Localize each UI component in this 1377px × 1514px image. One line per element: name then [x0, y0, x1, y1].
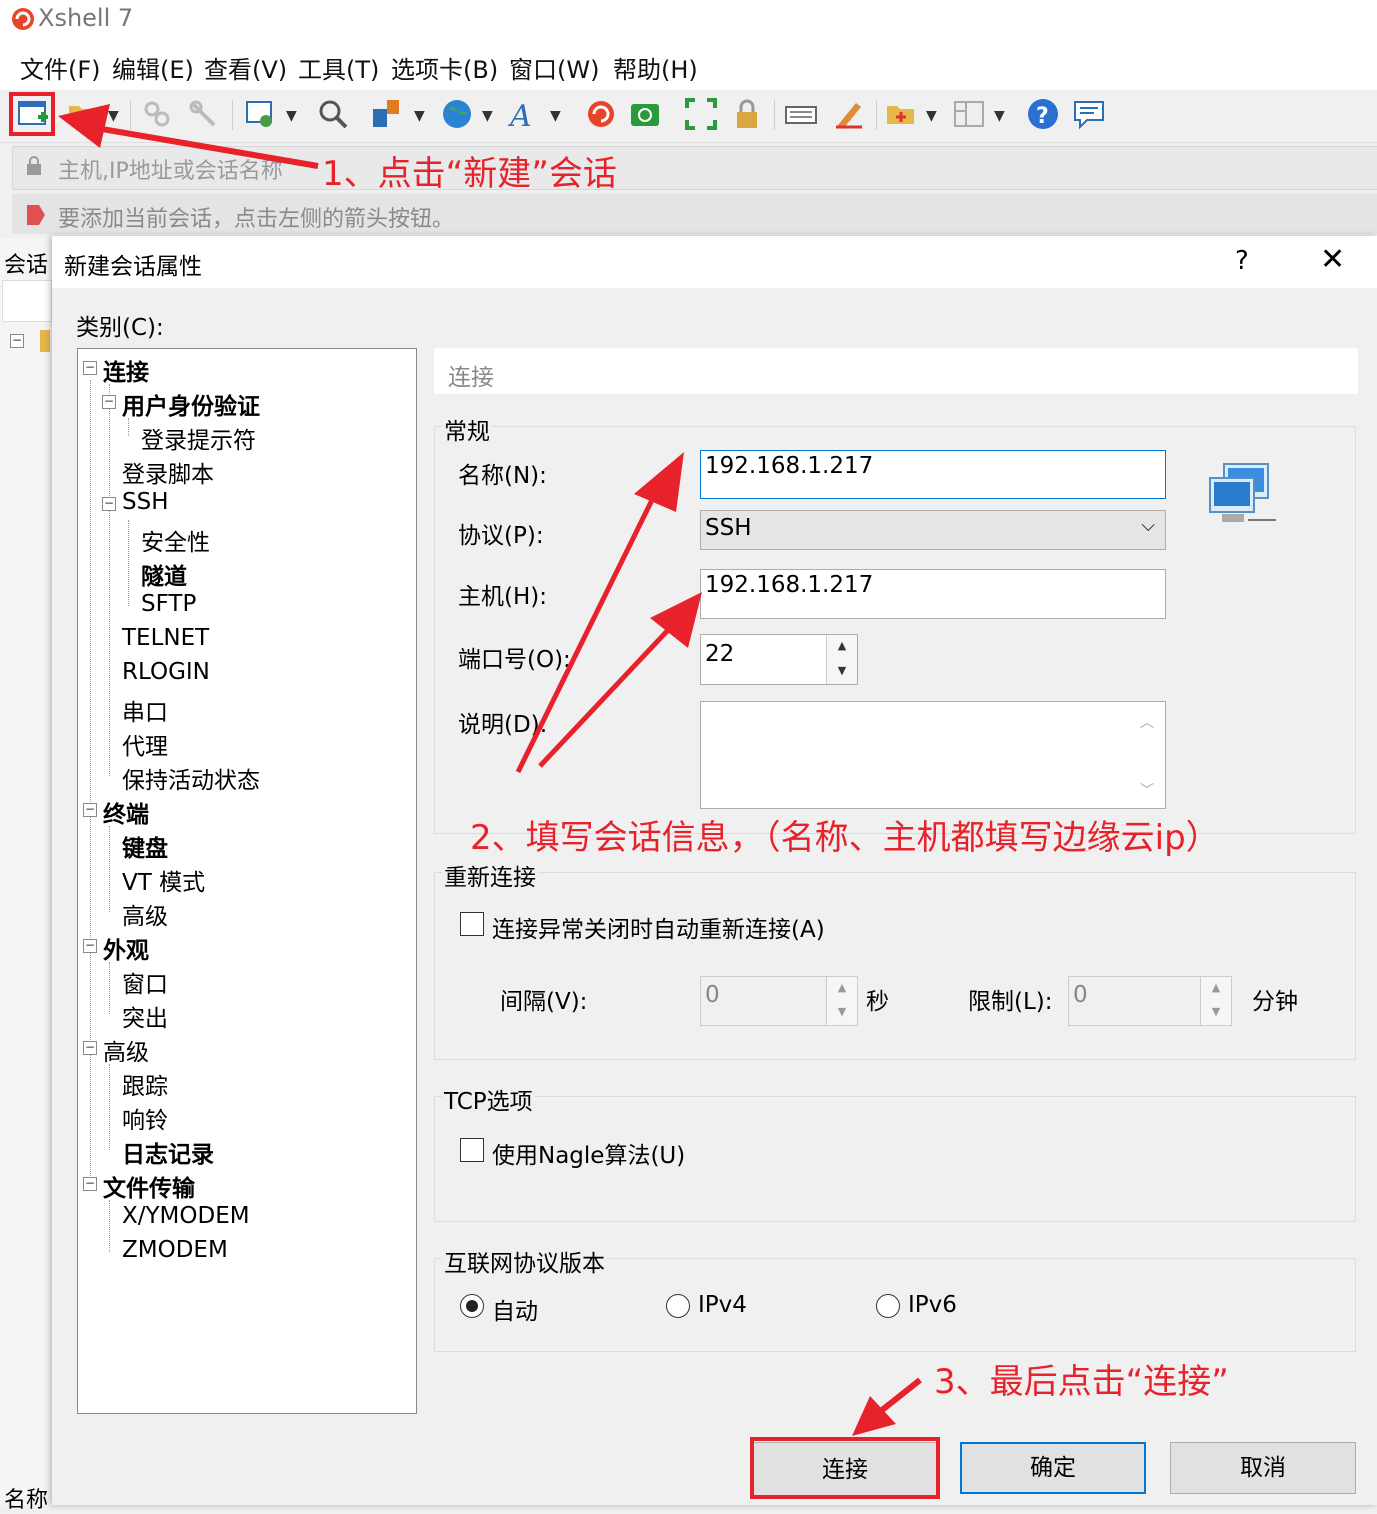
annotation-arrows [58, 104, 922, 1436]
annotation-step1: 1、点击“新建”会话 [322, 154, 617, 194]
annotation-step2: 2、填写会话信息，（名称、主机都填写边缘云ip） [470, 818, 1220, 858]
annotation-step3: 3、最后点击“连接” [934, 1362, 1229, 1402]
